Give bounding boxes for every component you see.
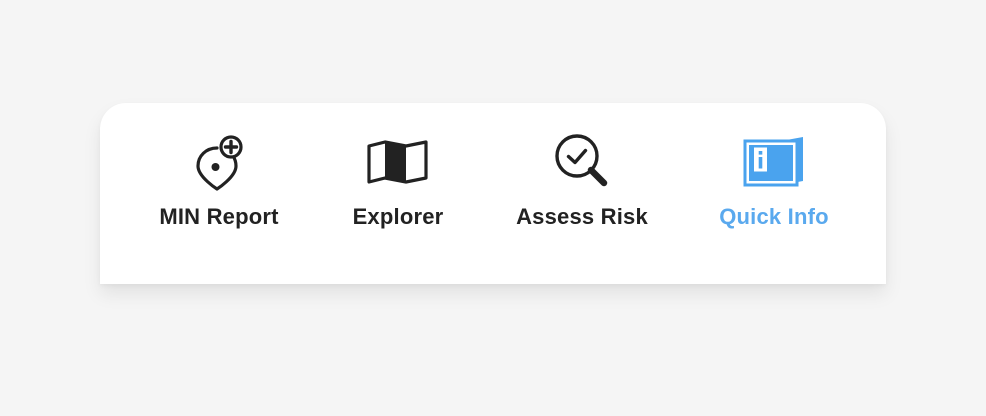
tab-explorer[interactable]: Explorer	[310, 103, 486, 284]
tab-label: MIN Report	[159, 204, 279, 229]
tab-label: Explorer	[352, 204, 444, 229]
tab-min-report[interactable]: MIN Report	[132, 103, 306, 284]
map-icon	[366, 129, 430, 193]
bottom-tab-bar: MIN Report Explorer Assess Risk Quick In…	[100, 103, 886, 284]
tab-assess-risk[interactable]: Assess Risk	[492, 103, 672, 284]
tab-label: Quick Info	[719, 204, 829, 229]
info-book-icon	[742, 129, 806, 193]
search-check-icon	[550, 129, 614, 193]
tab-label: Assess Risk	[516, 204, 648, 229]
map-pin-plus-icon	[187, 129, 251, 193]
tab-quick-info[interactable]: Quick Info	[686, 103, 862, 284]
